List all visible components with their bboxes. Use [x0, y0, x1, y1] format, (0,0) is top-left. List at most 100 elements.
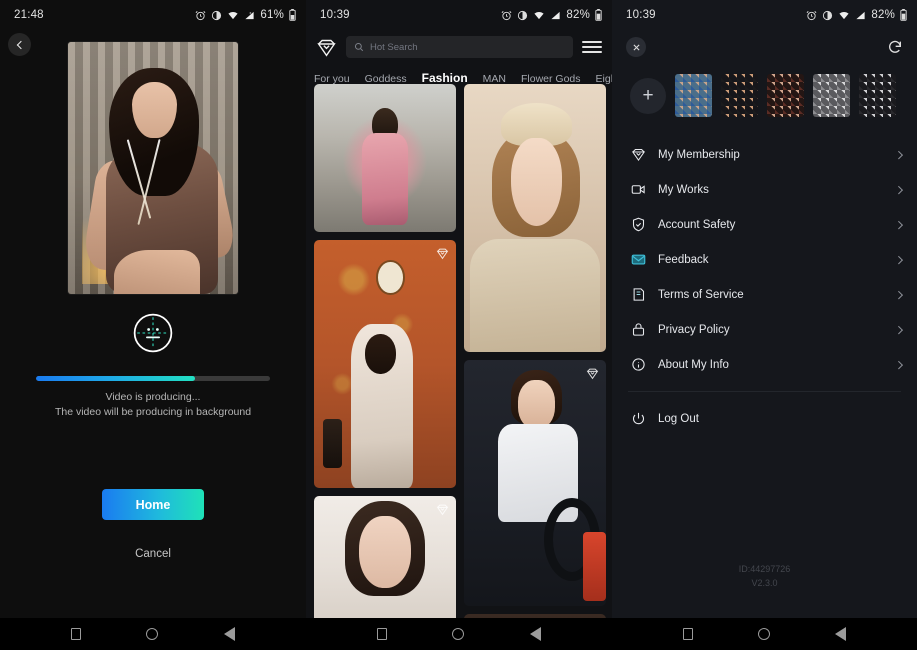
feed-column-right — [464, 84, 606, 618]
android-navbar-panel3 — [612, 618, 917, 650]
gem-watermark-icon — [436, 247, 449, 260]
menu-item-label: Terms of Service — [658, 289, 896, 301]
android-navbar-panel2 — [306, 618, 612, 650]
menu-divider — [628, 391, 901, 392]
feed-image — [314, 496, 456, 618]
status-time: 10:39 — [626, 9, 656, 21]
battery-percent: 61% — [260, 9, 284, 21]
avatar-row[interactable]: + — [612, 64, 917, 127]
chevron-left-icon — [16, 40, 24, 48]
menu-item-about-my-info[interactable]: About My Info — [612, 347, 917, 382]
android-navbar-panel1 — [0, 618, 306, 650]
dnd-icon — [211, 10, 222, 21]
menu-item-my-works[interactable]: My Works — [612, 172, 917, 207]
avatar[interactable] — [859, 74, 896, 117]
figure-head — [365, 334, 396, 374]
square-recents-icon[interactable] — [377, 628, 387, 640]
feed-card-street-fashion-pink-dress[interactable] — [314, 84, 456, 232]
hamburger-menu-icon[interactable] — [582, 41, 602, 53]
menu-item-my-membership[interactable]: My Membership — [612, 137, 917, 172]
menu-item-label: My Works — [658, 184, 896, 196]
chevron-right-icon — [894, 186, 902, 194]
kart-body — [583, 532, 606, 601]
alarm-icon — [806, 10, 817, 21]
clock-face — [376, 260, 404, 295]
signal-icon: x — [244, 10, 255, 21]
menu-item-label: My Membership — [658, 149, 896, 161]
producing-message-line2: The video will be producing in backgroun… — [0, 405, 306, 420]
preview-photo — [68, 42, 238, 294]
circle-home-icon[interactable] — [758, 628, 770, 640]
photo-legs — [114, 250, 200, 294]
gem-logo-icon[interactable] — [316, 37, 337, 58]
close-button[interactable] — [626, 37, 646, 57]
figure-face — [511, 138, 562, 226]
battery-icon — [595, 9, 602, 21]
add-avatar-button[interactable]: + — [630, 78, 666, 114]
chevron-right-icon — [894, 361, 902, 369]
three-panel-screenshot: 21:48 x 61% — [0, 0, 917, 650]
menu-item-privacy-policy[interactable]: Privacy Policy — [612, 312, 917, 347]
menu-item-terms-of-service[interactable]: Terms of Service — [612, 277, 917, 312]
status-icons: 82% — [806, 9, 907, 21]
alarm-icon — [195, 10, 206, 21]
chevron-right-icon — [894, 256, 902, 264]
circle-home-icon[interactable] — [452, 628, 464, 640]
search-input[interactable]: Hot Search — [346, 36, 573, 58]
gem-watermark-icon — [586, 367, 599, 380]
feed-card-racer-jacket-kart[interactable] — [464, 360, 606, 606]
circle-home-icon[interactable] — [146, 628, 158, 640]
battery-percent: 82% — [566, 9, 590, 21]
square-recents-icon[interactable] — [683, 628, 693, 640]
cancel-button[interactable]: Cancel — [0, 548, 306, 560]
status-bar-panel1: 21:48 x 61% — [0, 0, 306, 30]
menu-item-feedback[interactable]: Feedback — [612, 242, 917, 277]
svg-text:x: x — [250, 11, 252, 15]
face-scan-icon — [132, 312, 174, 354]
panel-video-producing: 21:48 x 61% — [0, 0, 306, 650]
chevron-right-icon — [894, 326, 902, 334]
home-button[interactable]: Home — [102, 489, 204, 520]
status-time: 10:39 — [320, 9, 350, 21]
progress-bar-fill — [36, 376, 195, 381]
avatar[interactable] — [767, 74, 804, 117]
gem-watermark-icon — [436, 503, 449, 516]
menu-item-account-safety[interactable]: Account Safety — [612, 207, 917, 242]
feed-card-beret-coat-portrait[interactable] — [464, 84, 606, 352]
search-icon — [354, 42, 364, 52]
feed-card-qipao-orange-clock[interactable] — [314, 240, 456, 488]
menu-item-log-out[interactable]: Log Out — [612, 401, 917, 436]
menu-item-label: Account Safety — [658, 219, 896, 231]
alarm-icon — [501, 10, 512, 21]
avatar[interactable] — [675, 74, 712, 117]
shield-check-icon — [630, 217, 647, 232]
avatar[interactable] — [721, 74, 758, 117]
status-icons: 82% — [501, 9, 602, 21]
video-icon — [630, 182, 647, 197]
chevron-right-icon — [894, 291, 902, 299]
feed-card-portrait-closeup[interactable] — [314, 496, 456, 618]
figure-head — [518, 380, 555, 429]
lock-icon — [630, 322, 647, 337]
back-button[interactable] — [8, 33, 31, 56]
status-bar-panel3: 10:39 82% — [612, 0, 917, 30]
signal-icon — [855, 10, 866, 21]
close-icon — [632, 43, 641, 52]
feed-grid[interactable] — [306, 84, 612, 618]
avatar[interactable] — [813, 74, 850, 117]
search-placeholder: Hot Search — [370, 42, 418, 53]
feed-image — [314, 240, 456, 488]
triangle-back-icon[interactable] — [224, 627, 235, 641]
triangle-back-icon[interactable] — [530, 627, 541, 641]
menu-item-label: About My Info — [658, 359, 896, 371]
menu-item-label: Feedback — [658, 254, 896, 266]
chevron-right-icon — [894, 151, 902, 159]
wifi-icon — [838, 10, 850, 21]
refresh-icon[interactable] — [887, 39, 903, 55]
status-icons: x 61% — [195, 9, 296, 21]
square-recents-icon[interactable] — [71, 628, 81, 640]
triangle-back-icon[interactable] — [835, 627, 846, 641]
producing-message: Video is producing... The video will be … — [0, 390, 306, 420]
battery-percent: 82% — [871, 9, 895, 21]
wifi-icon — [227, 10, 239, 21]
